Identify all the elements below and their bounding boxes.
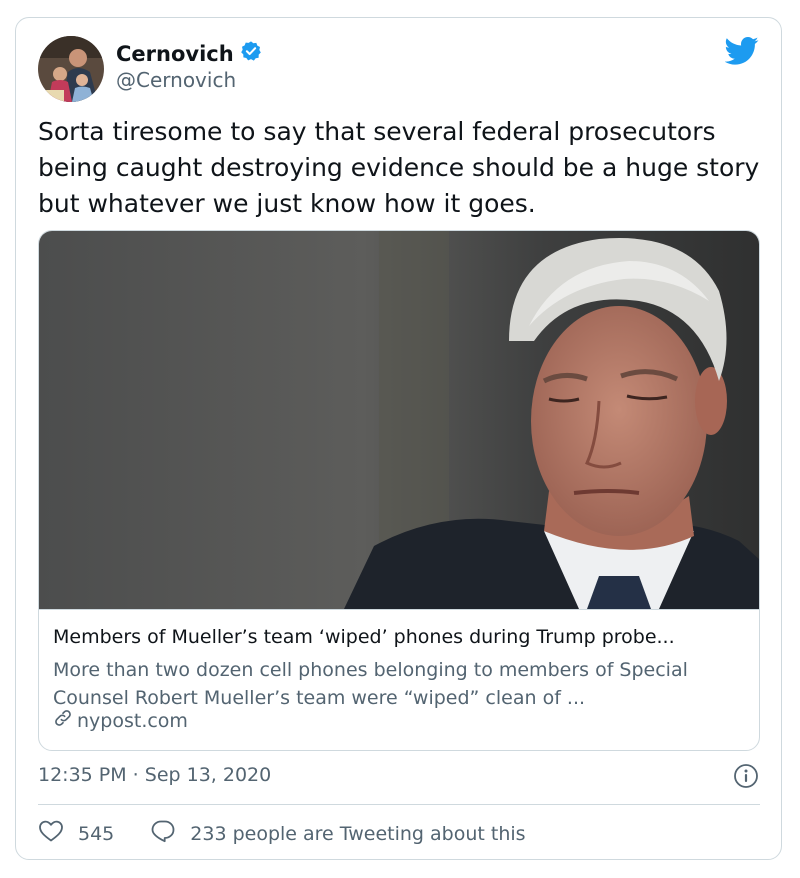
article-photo	[39, 231, 759, 609]
link-description: More than two dozen cell phones belongin…	[53, 659, 688, 709]
conversation-label: 233 people are Tweeting about this	[190, 822, 526, 845]
like-action[interactable]: 545	[38, 819, 114, 848]
author-handle[interactable]: @Cernovich	[116, 68, 236, 92]
tweet-text: Sorta tiresome to say that several feder…	[38, 117, 760, 218]
tweet-timestamp[interactable]: 12:35 PM · Sep 13, 2020	[38, 764, 271, 786]
tweet-card: Cernovich @Cernovich Sorta tiresome to s…	[15, 17, 782, 860]
link-preview-body: Members of Mueller’s team ‘wiped’ phones…	[39, 609, 759, 750]
info-icon[interactable]	[733, 763, 759, 789]
like-count: 545	[78, 822, 115, 845]
link-domain[interactable]: nypost.com	[53, 708, 188, 733]
twitter-bird-icon[interactable]	[724, 36, 759, 66]
link-preview-card[interactable]: Members of Mueller’s team ‘wiped’ phones…	[38, 230, 760, 751]
author-name-text: Cernovich	[116, 41, 234, 66]
link-title[interactable]: Members of Mueller’s team ‘wiped’ phones…	[53, 626, 753, 648]
avatar[interactable]	[38, 36, 104, 102]
verified-badge-icon	[240, 40, 262, 67]
link-domain-text: nypost.com	[77, 709, 188, 732]
divider	[38, 804, 760, 805]
link-icon	[53, 708, 73, 733]
conversation-action[interactable]: 233 people are Tweeting about this	[150, 819, 526, 848]
heart-icon	[38, 819, 64, 848]
reply-bubble-icon	[150, 819, 176, 848]
action-bar: 545 233 people are Tweeting about this	[38, 819, 526, 848]
author-name[interactable]: Cernovich	[116, 40, 262, 67]
